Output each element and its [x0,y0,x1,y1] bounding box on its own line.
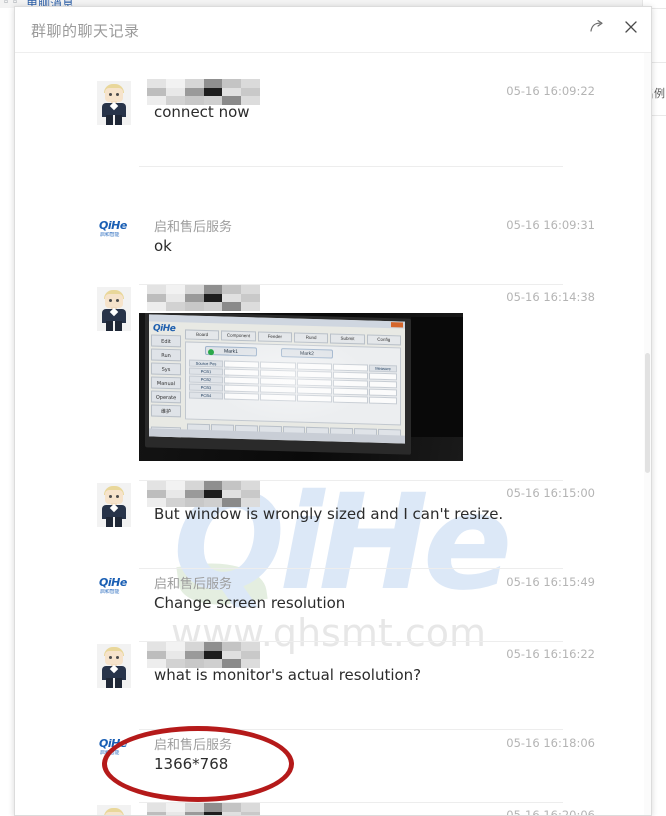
sender-name: 启和售后服务 [154,738,233,753]
message-row[interactable]: 05-16 16:14:38 QiHe Edit Run Sys Manual … [15,285,651,481]
message-text: Change screen resolution [154,594,346,612]
person-avatar [97,483,131,527]
avatar-logo-subtext: 启和智能 [100,589,120,595]
forward-arrow-icon[interactable] [585,15,609,39]
sender-name-masked [147,285,260,311]
avatar-logo-text: QiHe [99,576,127,589]
person-avatar [97,644,131,688]
message-timestamp: 05-16 16:15:49 [506,575,595,589]
chat-history-dialog: 群聊的聊天记录 QiHe www.qhsmt.com 05-16 16:09:2… [14,6,652,816]
message-timestamp: 05-16 16:20:06 [506,808,595,816]
message-row[interactable]: QiHe 启和智能 启和售后服务 05-16 16:15:49 Change s… [15,570,651,642]
qihe-logo-avatar: QiHe 启和智能 [97,733,131,763]
sender-name: 启和售后服务 [154,577,233,592]
avatar[interactable]: QiHe 启和智能 [97,215,131,245]
message-timestamp: 05-16 16:18:06 [506,736,595,750]
avatar-logo-subtext: 启和智能 [100,232,120,238]
sender-name-masked [147,803,260,815]
avatar-logo-text: QiHe [99,737,127,750]
chat-message-list[interactable]: QiHe www.qhsmt.com 05-16 16:09:22 connec… [15,53,651,816]
avatar[interactable] [97,805,131,815]
message-row[interactable]: 05-16 16:16:22 what is monitor's actual … [15,642,651,730]
message-row[interactable]: QiHe 启和智能 启和售后服务 05-16 16:18:06 1366*768 [15,731,651,803]
message-text: 1366*768 [154,755,229,773]
avatar-logo-text: QiHe [99,219,127,232]
message-separator [139,729,563,730]
avatar[interactable]: QiHe 启和智能 [97,733,131,763]
message-separator [139,166,563,167]
sender-name-masked [147,642,260,668]
message-timestamp: 05-16 16:14:38 [506,290,595,304]
dialog-title: 群聊的聊天记录 [31,22,140,40]
message-timestamp: 05-16 16:15:00 [506,486,595,500]
sender-name-masked [147,481,260,507]
message-text: ok [154,237,172,255]
person-avatar [97,805,131,815]
dialog-header: 群聊的聊天记录 [15,7,651,53]
person-avatar [97,81,131,125]
close-icon[interactable] [619,15,643,39]
scrollbar-thumb[interactable] [645,353,650,473]
person-avatar [97,287,131,331]
avatar[interactable] [97,287,131,331]
message-text: what is monitor's actual resolution? [154,666,422,684]
message-image[interactable]: QiHe Edit Run Sys Manual Operate 维护 Home… [139,313,463,461]
message-timestamp: 05-16 16:16:22 [506,647,595,661]
avatar[interactable] [97,644,131,688]
avatar[interactable] [97,81,131,125]
message-timestamp: 05-16 16:09:22 [506,84,595,98]
qihe-logo-avatar: QiHe 启和智能 [97,572,131,602]
qihe-logo-avatar: QiHe 启和智能 [97,215,131,245]
scrollbar-track[interactable] [644,53,651,815]
message-row[interactable]: 05-16 16:15:00 But window is wrongly siz… [15,481,651,569]
avatar-logo-subtext: 启和智能 [100,750,120,756]
message-text: connect now [154,103,250,121]
photo-app-logo: QiHe [153,323,176,335]
message-timestamp: 05-16 16:09:31 [506,218,595,232]
message-separator [139,568,563,569]
avatar[interactable]: QiHe 启和智能 [97,572,131,602]
sender-name: 启和售后服务 [154,220,233,235]
sender-name-masked [147,79,260,105]
message-text: But window is wrongly sized and I can't … [154,505,504,523]
message-row[interactable]: 05-16 16:20:06 视频 [15,803,651,816]
message-row[interactable]: 05-16 16:09:22 connect now [15,79,651,167]
avatar[interactable] [97,483,131,527]
message-row[interactable]: QiHe 启和智能 启和售后服务 05-16 16:09:31 ok [15,213,651,285]
